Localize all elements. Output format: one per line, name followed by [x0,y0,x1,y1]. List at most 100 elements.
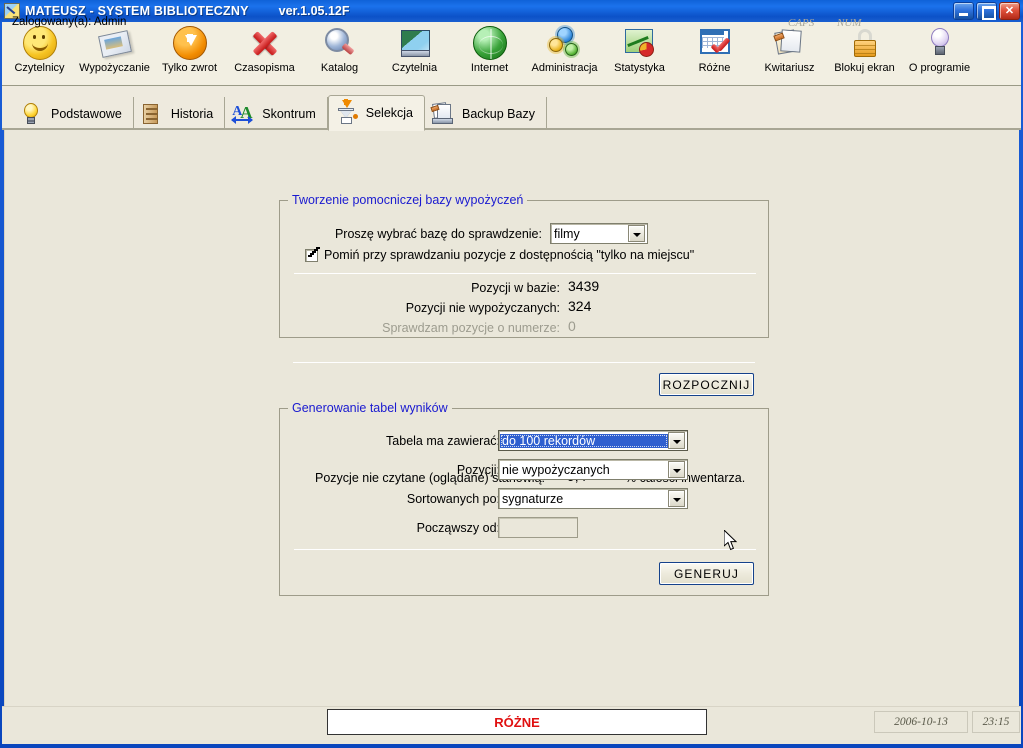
toolbar-item-kwitariusz[interactable]: Kwitariusz [752,26,827,84]
reading-room-icon [398,26,432,60]
sort-letters-icon: AA [231,102,254,124]
logged-user-label: Zalogowany(a): Admin [12,16,127,28]
mode-indicator: RÓŻNE [327,709,707,735]
starting-from-label: Począwszy od: [416,521,500,535]
toolbar-item-statystyka[interactable]: Statystyka [602,26,677,84]
orange-down-arrow-icon [172,26,207,60]
toolbar-item-katalog[interactable]: Katalog [302,26,377,84]
stat-value-checking: 0 [568,318,576,334]
toolbar-label: Różne [698,62,731,74]
lightbulb-icon [20,102,44,126]
red-x-icon [248,26,282,60]
rozpocznij-button[interactable]: ROZPOCZNIJ [659,373,754,396]
database-select-value: filmy [554,226,580,241]
tab-label: Selekcja [365,106,413,120]
file-cabinet-icon [140,102,164,126]
tab-label: Podstawowe [51,106,122,121]
tab-podstawowe[interactable]: Podstawowe [14,97,134,130]
stat-value-total: 3439 [568,278,600,294]
toolbar-label: Czytelnicy [14,62,65,74]
caps-indicator: CAPS [788,17,815,29]
sorted-by-value: sygnaturze [502,491,564,506]
window-controls: ✕ [953,2,1020,20]
mouse-pointer-icon [724,530,738,551]
tab-label: Skontrum [262,106,316,121]
positions-select[interactable]: nie wypożyczanych [498,459,688,480]
magnifier-icon [323,26,357,60]
smiley-face-icon [22,26,57,60]
window-version: ver.1.05.12F [278,4,350,18]
tab-backup-bazy[interactable]: Backup Bazy [425,97,547,130]
database-select[interactable]: filmy [550,223,648,244]
calendar-check-icon [698,26,732,60]
generuj-button[interactable]: GENERUJ [659,562,754,585]
tab-skontrum[interactable]: AA Skontrum [225,97,328,130]
maximize-button[interactable] [976,2,997,20]
backup-disk-icon [430,101,455,126]
toolbar-item-czytelnia[interactable]: Czytelnia [377,26,452,84]
maximize-icon [977,3,996,20]
minimize-button[interactable] [953,2,974,20]
toolbar-item-administracja[interactable]: Administracja [527,26,602,84]
stat-label-total: Pozycji w bazie: [471,281,560,295]
tab-label: Historia [170,106,214,121]
sorted-by-label: Sortowanych po: [406,492,500,506]
close-icon: ✕ [1004,5,1015,17]
checkbox-box[interactable] [305,248,318,262]
toolbar-item-czytelnicy[interactable]: Czytelnicy [2,26,77,84]
group-generowanie-tabel: Generowanie tabel wyników Tabela ma zawi… [279,401,769,596]
toolbar-item-rozne[interactable]: Różne [677,26,752,84]
divider-bottom [293,362,755,363]
toolbar-item-wypozyczanie[interactable]: Wypożyczanie [77,26,152,84]
divider [294,273,756,274]
positions-label: Pozycji: [456,463,500,477]
toolbar-label: Katalog [320,62,359,74]
toolbar-item-blokuj-ekran[interactable]: Blokuj ekran [827,26,902,84]
starting-from-input[interactable] [498,517,578,538]
toolbar-item-tylko-zwrot[interactable]: Tylko zwrot [152,26,227,84]
table-contains-select[interactable]: do 100 rekordów [498,430,688,451]
stat-label-notlent: Pozycji nie wypożyczanych: [405,301,560,315]
photo-card-icon [98,26,132,60]
toolbar-label: Administracja [531,62,598,74]
tab-label: Backup Bazy [462,106,535,121]
tab-selekcja[interactable]: Selekcja [327,95,425,131]
application-window: MATEUSZ - SYSTEM BIBLIOTECZNY ver.1.05.1… [0,0,1023,748]
toolbar-item-czasopisma[interactable]: Czasopisma [227,26,302,84]
chevron-down-icon[interactable] [628,225,645,242]
title-bar[interactable]: MATEUSZ - SYSTEM BIBLIOTECZNY ver.1.05.1… [0,0,1023,22]
toolbar-label: Blokuj ekran [834,62,895,74]
time-display: 23:15 [972,711,1020,733]
date-display: 2006-10-13 [874,711,968,733]
toolbar-label: Internet [470,62,509,74]
positions-value: nie wypożyczanych [502,462,610,477]
chevron-down-icon[interactable] [668,432,685,449]
toolbar-label: O programie [908,62,971,74]
skip-onsite-checkbox[interactable]: Pomiń przy sprawdzaniu pozycje z dostępn… [305,248,694,262]
chevron-down-icon[interactable] [668,461,685,478]
close-button[interactable]: ✕ [999,2,1020,20]
table-contains-value: do 100 rekordów [500,433,668,448]
toolbar-label: Statystyka [614,62,665,74]
main-toolbar: Czytelnicy Wypożyczanie Tylko zwrot Czas… [2,22,1021,86]
toolbar-item-internet[interactable]: Internet [452,26,527,84]
padlock-icon [848,26,882,60]
stat-value-notlent: 324 [568,298,592,314]
lightbulb-icon [923,26,957,60]
toolbar-label: Tylko zwrot [161,62,217,74]
table-contains-label: Tabela ma zawierać: [386,434,500,448]
sorted-by-select[interactable]: sygnaturze [498,488,688,509]
toolbar-label: Wypożyczanie [79,62,150,74]
toolbar-label: Czytelnia [391,62,438,74]
toolbar-label: Czasopisma [234,62,295,74]
green-globe-icon [472,26,507,60]
tab-historia[interactable]: Historia [133,97,226,130]
funnel-filter-icon [335,99,359,125]
db-select-label: Proszę wybrać bazę do sprawdzenie: [334,227,542,241]
toolbar-item-o-programie[interactable]: O programie [902,26,977,84]
chevron-down-icon[interactable] [668,490,685,507]
toolbar-label: Kwitariusz [764,62,815,74]
group-legend: Generowanie tabel wyników [288,401,452,415]
chart-pie-icon [623,26,657,60]
selekcja-panel: Tworzenie pomocniczej bazy wypożyczeń Pr… [4,130,1019,706]
